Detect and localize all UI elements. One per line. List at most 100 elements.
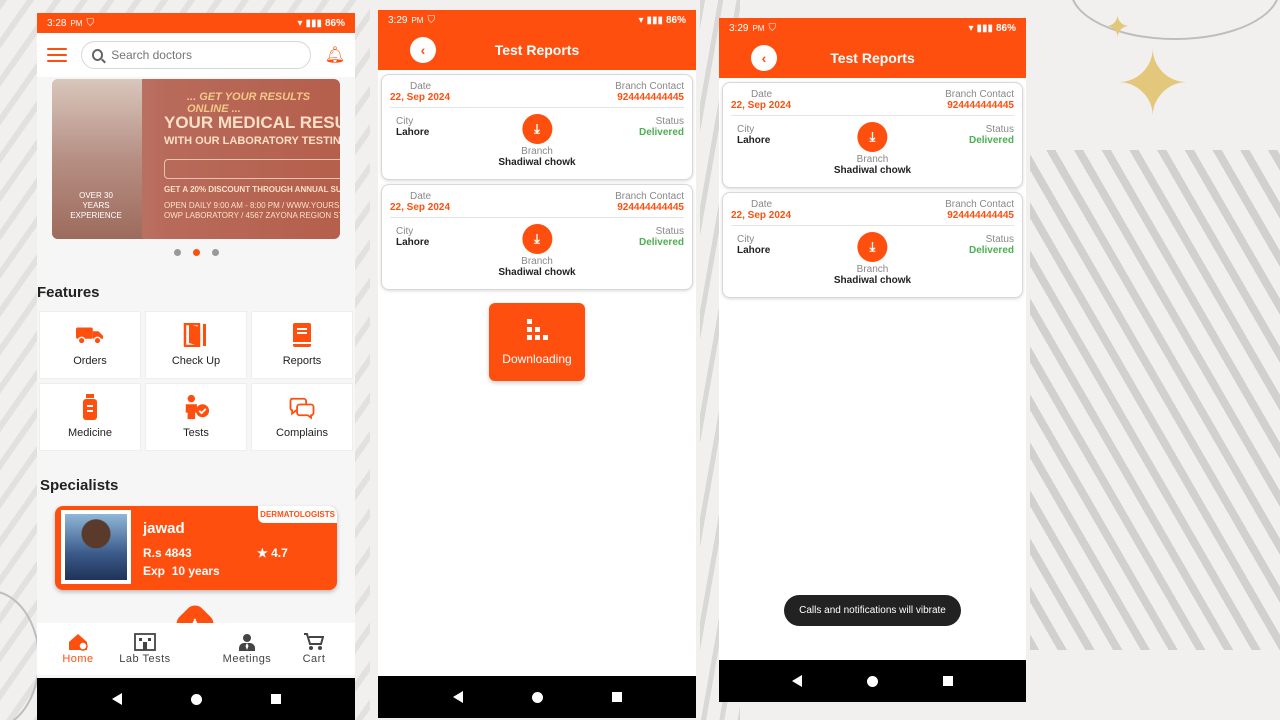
contact-label: Branch Contact	[945, 89, 1014, 100]
back-button[interactable]: ‹	[751, 45, 777, 71]
promo-banner[interactable]: ... GET YOUR RESULTS ONLINE ... YOUR MED…	[52, 79, 340, 239]
city-label: City	[737, 124, 755, 135]
nav-label: Home	[62, 653, 94, 665]
doctor-exp-value: 10 years	[171, 564, 220, 578]
app-bar: ‹ Test Reports	[719, 38, 1026, 78]
doctor-rating: ★ 4.7	[257, 546, 288, 560]
report-status: Delivered	[638, 237, 684, 248]
door-icon	[182, 323, 210, 347]
doctor-card[interactable]: jawad R.s 4843 Exp 10 years ★ 4.7 DERMAT…	[55, 506, 337, 590]
shield-icon: ⛉	[86, 17, 94, 29]
back-icon[interactable]	[791, 675, 802, 687]
home-circle-icon[interactable]	[531, 691, 543, 703]
report-branch: Shadiwal chowk	[498, 267, 576, 278]
nav-cart[interactable]: Cart	[283, 633, 345, 675]
nav-home[interactable]: Home	[47, 633, 109, 675]
status-ampm: PM	[411, 15, 424, 25]
branch-label: Branch	[521, 146, 553, 157]
city-label: City	[396, 116, 414, 127]
feature-label: Medicine	[67, 427, 113, 439]
feature-tests[interactable]: Tests	[145, 383, 247, 451]
background-leaf-shadow	[1030, 150, 1280, 650]
report-status: Delivered	[968, 245, 1014, 256]
download-button[interactable]: ⤓	[522, 114, 552, 144]
date-label: Date	[751, 199, 773, 210]
home-circle-icon[interactable]	[190, 693, 202, 705]
download-button[interactable]: ⤓	[857, 232, 888, 262]
system-nav-bar	[719, 660, 1026, 702]
branch-contact: 924444444445	[617, 202, 684, 213]
doctor-exp-label: Exp	[143, 564, 166, 578]
report-city: Lahore	[737, 135, 771, 146]
feature-medicine[interactable]: Medicine	[39, 383, 141, 451]
doctor-avatar	[61, 510, 131, 584]
report-date: 22, Sep 2024	[390, 92, 451, 103]
status-bar: 3:29 PM ⛉ ▾ ▮▮▮ 86%	[378, 10, 696, 30]
menu-icon[interactable]	[47, 48, 67, 62]
feature-check-up[interactable]: Check Up	[145, 311, 247, 379]
carousel-dot-active[interactable]	[192, 249, 200, 256]
doctor-experience: Exp 10 years	[143, 564, 220, 578]
back-icon[interactable]	[111, 693, 122, 705]
feature-orders[interactable]: Orders	[39, 311, 141, 379]
nav-meetings[interactable]: Meetings	[216, 633, 278, 675]
signal-icon: ▮▮▮	[646, 14, 663, 26]
contact-label: Branch Contact	[615, 81, 684, 92]
download-button[interactable]: ⤓	[522, 224, 552, 254]
features-title: Features	[37, 284, 100, 301]
report-card[interactable]: Date 22, Sep 2024 Branch Contact 9244444…	[381, 184, 693, 290]
rating-value: 4.7	[271, 546, 288, 560]
battery-level: 86%	[324, 17, 345, 29]
report-date: 22, Sep 2024	[731, 100, 792, 111]
recents-icon[interactable]	[611, 692, 622, 702]
feature-label: Check Up	[171, 355, 221, 367]
recents-icon[interactable]	[270, 694, 281, 704]
carousel-dot[interactable]	[173, 249, 181, 256]
download-button[interactable]: ⤓	[857, 122, 888, 152]
wifi-icon: ▾	[968, 22, 974, 34]
status-time: 3:29	[388, 14, 408, 26]
report-city: Lahore	[396, 127, 430, 138]
carousel-dot[interactable]	[211, 249, 219, 256]
loading-spinner-icon	[526, 318, 548, 340]
branch-contact: 924444444445	[617, 92, 684, 103]
feature-complains[interactable]: Complains	[251, 383, 353, 451]
specialists-title: Specialists	[40, 477, 119, 494]
doctor-name: jawad	[143, 520, 185, 537]
date-label: Date	[410, 81, 432, 92]
search-bar[interactable]	[81, 41, 311, 69]
status-ampm: PM	[70, 18, 83, 28]
wifi-icon: ▾	[297, 17, 303, 29]
back-icon[interactable]	[452, 691, 463, 703]
report-date: 22, Sep 2024	[390, 202, 451, 213]
back-button[interactable]: ‹	[410, 37, 436, 63]
branch-contact: 924444444445	[947, 100, 1014, 111]
app-bar: ‹ Test Reports	[378, 30, 696, 70]
bell-icon[interactable]: 🔔︎	[325, 45, 345, 65]
feature-label: Orders	[73, 355, 107, 367]
feature-label: Complains	[276, 427, 328, 439]
toast-message: Calls and notifications will vibrate	[784, 595, 961, 626]
report-status: Delivered	[638, 127, 684, 138]
report-branch: Shadiwal chowk	[833, 275, 912, 286]
specialty-tag: DERMATOLOGISTS	[258, 506, 337, 523]
report-card[interactable]: Date 22, Sep 2024 Branch Contact 9244444…	[722, 82, 1023, 188]
status-time: 3:29	[729, 22, 749, 34]
user-tie-icon	[236, 633, 258, 651]
feature-reports[interactable]: Reports	[251, 311, 353, 379]
status-ampm: PM	[752, 23, 765, 33]
city-label: City	[737, 234, 755, 245]
nav-lab-tests[interactable]: Lab Tests	[114, 633, 176, 675]
status-bar: 3:29 PM ⛉ ▾ ▮▮▮ 86%	[719, 18, 1026, 38]
recents-icon[interactable]	[943, 676, 954, 686]
report-city: Lahore	[396, 237, 430, 248]
battery-level: 86%	[995, 22, 1016, 34]
search-input[interactable]	[111, 48, 300, 62]
banner-text: ... GET YOUR RESULTS ONLINE ...	[187, 91, 311, 115]
status-label: Status	[985, 124, 1014, 135]
report-card[interactable]: Date 22, Sep 2024 Branch Contact 9244444…	[381, 74, 693, 180]
home-circle-icon[interactable]	[866, 675, 878, 687]
report-date: 22, Sep 2024	[731, 210, 792, 221]
report-card[interactable]: Date 22, Sep 2024 Branch Contact 9244444…	[722, 192, 1023, 298]
